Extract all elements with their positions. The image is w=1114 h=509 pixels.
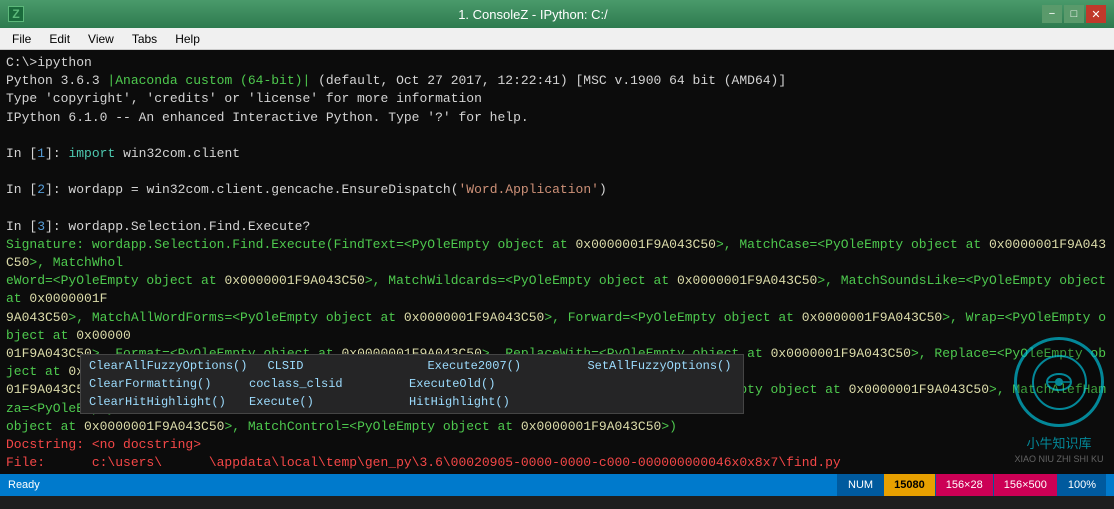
minimize-button[interactable]: − <box>1042 5 1062 23</box>
terminal[interactable]: C:\>ipython Python 3.6.3 |Anaconda custo… <box>0 50 1114 474</box>
menubar: File Edit View Tabs Help <box>0 28 1114 50</box>
line-blank1 <box>6 127 1108 145</box>
titlebar: Z 1. ConsoleZ - IPython: C:/ − □ ✕ <box>0 0 1114 28</box>
ac-item[interactable]: Execute() <box>241 393 401 411</box>
ac-item[interactable]: Execute2007() <box>419 357 579 375</box>
ac-item[interactable]: SetAllFuzzyOptions() <box>579 357 743 375</box>
line-docstring: Docstring: <no docstring> <box>6 436 1108 454</box>
line-blank3 <box>6 200 1108 218</box>
line-cmd: C:\>ipython <box>6 54 1108 72</box>
status-position: 15080 <box>883 474 935 496</box>
line-in2: In [2]: wordapp = win32com.client.gencac… <box>6 181 1108 199</box>
status-size2: 156×500 <box>993 474 1057 496</box>
status-size1: 156×28 <box>935 474 993 496</box>
ac-item[interactable]: ExecuteOld() <box>401 375 561 393</box>
menu-help[interactable]: Help <box>167 30 208 48</box>
autocomplete-row: ClearHitHighlight() Execute() HitHighlig… <box>81 393 743 411</box>
ac-item[interactable] <box>561 375 721 393</box>
status-ready: Ready <box>8 479 837 491</box>
statusbar: Ready NUM 15080 156×28 156×500 100% <box>0 474 1114 496</box>
status-zoom: 100% <box>1057 474 1106 496</box>
ac-item[interactable]: CLSID <box>259 357 419 375</box>
ac-item[interactable]: ClearFormatting() <box>81 375 241 393</box>
ac-item[interactable] <box>561 393 721 411</box>
menu-view[interactable]: View <box>80 30 122 48</box>
watermark-circle <box>1014 337 1104 427</box>
ac-item[interactable]: HitHighlight() <box>401 393 561 411</box>
menu-file[interactable]: File <box>4 30 39 48</box>
line-in3: In [3]: wordapp.Selection.Find.Execute? <box>6 218 1108 236</box>
watermark-icon <box>1032 355 1087 410</box>
line-python-ver: Python 3.6.3 |Anaconda custom (64-bit)| … <box>6 72 1108 90</box>
app-icon: Z <box>8 6 24 22</box>
watermark-pinyin: XIAO NIU ZHI SHI KU <box>1014 454 1103 464</box>
status-num: NUM <box>837 474 883 496</box>
autocomplete-popup: ClearAllFuzzyOptions() CLSID Execute2007… <box>80 354 744 414</box>
titlebar-left: Z <box>8 6 24 22</box>
window-controls: − □ ✕ <box>1042 5 1106 23</box>
line-file: File: c:\users\ \appdata\local\temp\gen_… <box>6 454 1108 472</box>
autocomplete-row: ClearAllFuzzyOptions() CLSID Execute2007… <box>81 357 743 375</box>
line-type: Type: method <box>6 472 1108 474</box>
close-button[interactable]: ✕ <box>1086 5 1106 23</box>
maximize-button[interactable]: □ <box>1064 5 1084 23</box>
line-blank2 <box>6 163 1108 181</box>
ac-item[interactable]: coclass_clsid <box>241 375 401 393</box>
autocomplete-row: ClearFormatting() coclass_clsid ExecuteO… <box>81 375 743 393</box>
ac-item[interactable]: ClearAllFuzzyOptions() <box>81 357 259 375</box>
menu-edit[interactable]: Edit <box>41 30 78 48</box>
watermark: 小牛知识库 XIAO NIU ZHI SHI KU <box>1014 337 1104 464</box>
line-ipython-ver: IPython 6.1.0 -- An enhanced Interactive… <box>6 109 1108 127</box>
line-in1: In [1]: import win32com.client <box>6 145 1108 163</box>
menu-tabs[interactable]: Tabs <box>124 30 165 48</box>
ac-item[interactable]: ClearHitHighlight() <box>81 393 241 411</box>
window-title: 1. ConsoleZ - IPython: C:/ <box>24 7 1042 22</box>
line-copyright: Type 'copyright', 'credits' or 'license'… <box>6 90 1108 108</box>
watermark-chinese: 小牛知识库 <box>1026 433 1091 452</box>
